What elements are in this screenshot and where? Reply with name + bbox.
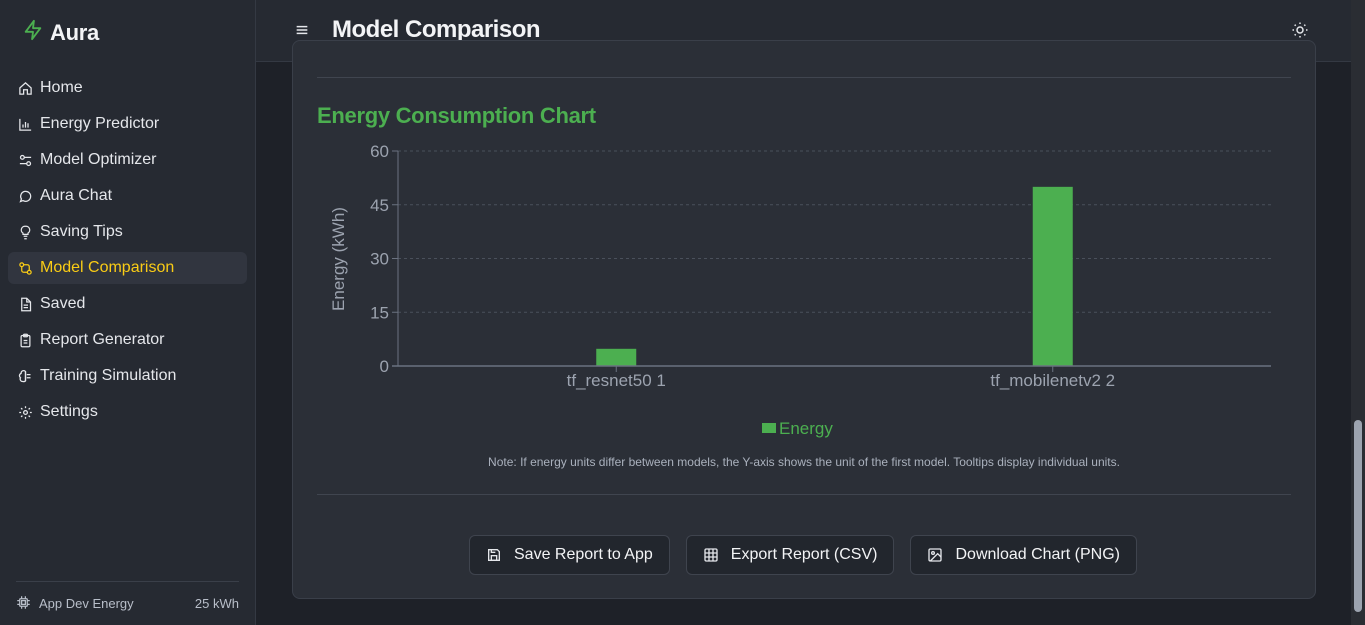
x-tick-label: tf_mobilenetv2 2 (990, 371, 1115, 390)
sliders-icon (17, 152, 33, 168)
export-csv-button[interactable]: Export Report (CSV) (685, 535, 895, 575)
gear-icon (17, 404, 33, 420)
chart-note: Note: If energy units differ between mod… (488, 455, 1120, 469)
bar-chart-icon (17, 116, 33, 132)
sidebar-item-label: Saving Tips (40, 223, 123, 240)
table-icon (703, 547, 719, 563)
button-label: Export Report (CSV) (730, 546, 878, 563)
y-tick-label: 60 (370, 142, 389, 161)
sidebar-item-saving-tips[interactable]: Saving Tips (8, 216, 247, 248)
app-name: Aura (50, 19, 99, 45)
sidebar-item-label: Aura Chat (40, 187, 113, 204)
sidebar-item-label: Model Comparison (40, 259, 175, 276)
lightning-bolt-icon (22, 18, 44, 47)
scrollbar-thumb[interactable] (1354, 420, 1362, 612)
legend-label: Energy (779, 419, 833, 438)
chart-section-title: Energy Consumption Chart (317, 103, 596, 128)
clipboard-icon (17, 332, 33, 348)
bar-1[interactable] (596, 348, 637, 366)
sidebar-item-label: Saved (40, 295, 86, 312)
x-tick-label: tf_resnet50 1 (567, 371, 666, 390)
sidebar-item-settings[interactable]: Settings (8, 396, 247, 428)
compare-arrows-icon (17, 260, 33, 276)
sidebar-item-label: Energy Predictor (40, 115, 160, 132)
save-icon (486, 547, 502, 563)
lightbulb-icon (17, 224, 33, 240)
save-report-button[interactable]: Save Report to App (469, 535, 670, 575)
action-buttons: Save Report to App Export Report (CSV) D… (469, 535, 1137, 575)
sidebar-item-label: Training Simulation (40, 367, 177, 384)
y-axis-label: Energy (kWh) (329, 207, 348, 311)
chat-bubble-icon (17, 188, 33, 204)
sidebar-item-energy-predictor[interactable]: Energy Predictor (8, 108, 247, 140)
hamburger-menu-icon[interactable] (294, 22, 310, 38)
sidebar-item-home[interactable]: Home (8, 72, 247, 104)
cpu-chip-icon (16, 595, 31, 613)
document-icon (17, 296, 33, 312)
y-tick-label: 45 (370, 196, 389, 215)
button-label: Download Chart (PNG) (955, 546, 1120, 563)
energy-usage-label: App Dev Energy (39, 596, 134, 611)
download-chart-button[interactable]: Download Chart (PNG) (910, 535, 1137, 575)
energy-usage-footer: App Dev Energy 25 kWh (16, 581, 239, 625)
brain-icon (17, 368, 33, 384)
y-tick-label: 30 (370, 250, 389, 269)
scrollbar[interactable] (1351, 0, 1365, 625)
button-label: Save Report to App (514, 546, 653, 563)
sidebar-nav: Home Energy Predictor Model Optimizer Au… (8, 72, 247, 432)
sidebar-item-label: Home (40, 79, 83, 96)
comparison-card: Energy Consumption Chart 0 15 30 45 60 tf_re… (292, 40, 1316, 599)
divider (317, 77, 1291, 78)
legend-swatch (762, 423, 776, 433)
sidebar: Aura Home Energy Predictor Model Optimiz… (0, 0, 256, 625)
sidebar-item-model-optimizer[interactable]: Model Optimizer (8, 144, 247, 176)
energy-chart: 015304560 tf_resnet50 1 tf_mobilenetv2 2 … (329, 142, 1271, 438)
sidebar-item-model-comparison[interactable]: Model Comparison (8, 252, 247, 284)
energy-usage-value: 25 kWh (194, 596, 239, 611)
home-icon (17, 80, 33, 96)
bar-2[interactable] (1032, 186, 1073, 366)
sidebar-item-saved[interactable]: Saved (8, 288, 247, 320)
chart-legend[interactable]: Energy (762, 419, 833, 438)
sun-icon[interactable] (1291, 21, 1309, 39)
y-tick-label: 15 (370, 303, 389, 322)
divider (317, 494, 1291, 495)
sidebar-item-report-generator[interactable]: Report Generator (8, 324, 247, 356)
sidebar-item-label: Report Generator (40, 331, 165, 348)
sidebar-item-training-simulation[interactable]: Training Simulation (8, 360, 247, 392)
sidebar-item-label: Model Optimizer (40, 151, 157, 168)
brand[interactable]: Aura (22, 18, 99, 47)
image-download-icon (927, 547, 943, 563)
sidebar-item-label: Settings (40, 403, 98, 420)
y-tick-label: 0 (380, 357, 389, 376)
sidebar-item-aura-chat[interactable]: Aura Chat (8, 180, 247, 212)
